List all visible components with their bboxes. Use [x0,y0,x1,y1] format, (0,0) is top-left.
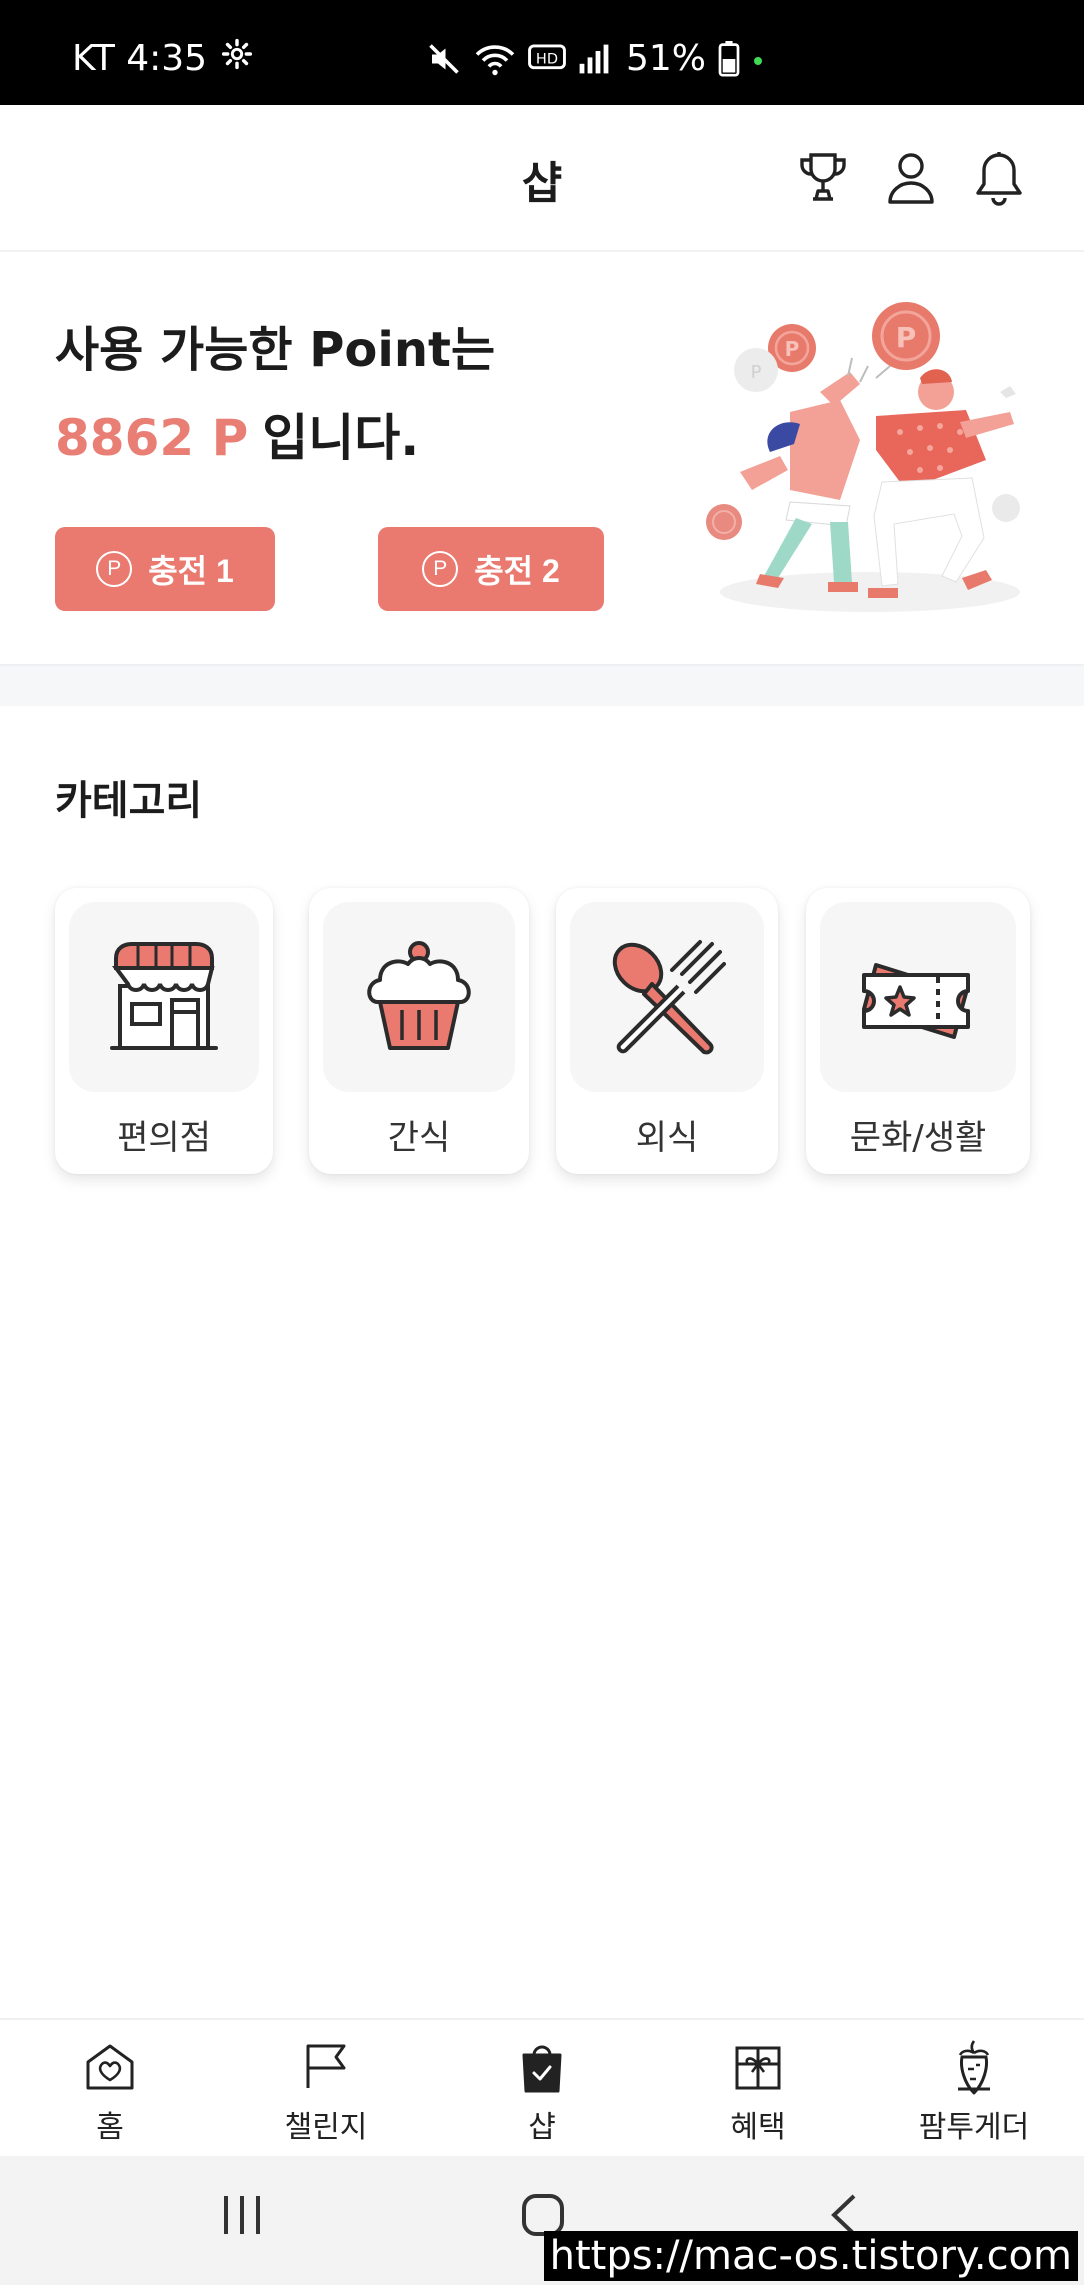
status-right: HD 51% [426,38,764,79]
category-label: 간식 [387,1118,451,1158]
charge-1-button[interactable]: P 충전 1 [55,527,275,611]
home-heart-icon [84,2040,136,2094]
status-bar: KT 4:35 HD 51% [0,0,1084,105]
bell-icon[interactable] [972,149,1026,207]
categories-title: 카테고리 [55,778,203,824]
signal-icon [578,43,610,75]
system-navigation-bar: https://mac-os.tistory.com [0,2156,1084,2285]
points-value: 8862 P [55,409,249,467]
battery-percent: 51% [625,38,706,79]
settings-gear-icon [221,38,253,79]
category-icon-box [570,902,764,1092]
fork-spoon-icon [612,940,726,1055]
header-actions [796,149,1026,207]
profile-icon[interactable] [884,149,938,207]
svg-text:P: P [896,321,917,354]
nav-shop[interactable]: 샵 [442,2020,642,2158]
charge-2-button[interactable]: P 충전 2 [378,527,604,611]
charge-1-label: 충전 1 [148,553,234,589]
watermark-url: https://mac-os.tistory.com [543,2231,1078,2281]
nav-label: 샵 [528,2110,556,2145]
category-dining-out[interactable]: 외식 [556,888,778,1174]
category-label: 외식 [635,1118,699,1158]
points-panel: 사용 가능한 Point는 8862 P 입니다. P 충전 1 P 충전 2 … [0,252,1084,664]
nav-farm-together[interactable]: 팜투게더 [874,2020,1074,2158]
nav-home[interactable]: 홈 [10,2020,210,2158]
indicator-dot-icon [752,53,764,65]
app-header: 샵 [0,105,1084,252]
ticket-icon [862,963,970,1039]
point-icon: P [422,551,459,587]
nav-label: 홈 [96,2110,124,2145]
svg-text:HD: HD [536,51,558,67]
app-frame: KT 4:35 HD 51% 샵 사용 가능한 Point는 8862 P 입니… [0,0,1084,2285]
status-left: KT 4:35 [72,38,253,79]
mute-icon [426,41,462,77]
carrier-time: KT 4:35 [72,38,208,79]
category-convenience-store[interactable]: 편의점 [55,888,273,1174]
recent-apps-icon[interactable] [220,2192,264,2242]
points-balance-line: 8862 P 입니다. [55,398,419,470]
nav-challenge[interactable]: 챌린지 [226,2020,426,2158]
category-culture-life[interactable]: 문화/생활 [806,888,1030,1174]
category-icon-box [69,902,259,1092]
store-icon [110,942,218,1050]
category-label: 문화/생활 [849,1118,987,1158]
category-icon-box [820,902,1016,1092]
points-suffix: 입니다. [262,409,420,467]
nav-label: 혜택 [730,2110,786,2145]
shopping-bag-icon [520,2040,564,2094]
charge-2-label: 충전 2 [474,553,560,589]
carrot-icon [954,2040,994,2095]
wifi-icon [474,41,516,77]
hd-voice-icon: HD [528,43,566,75]
point-icon: P [96,551,133,587]
trophy-icon[interactable] [796,149,850,207]
flag-icon [302,2040,350,2094]
celebration-illustration: P P P [700,292,1040,622]
section-divider [0,664,1084,706]
bottom-navigation: 홈 챌린지 샵 혜택 팜투게더 [0,2018,1084,2156]
nav-label: 챌린지 [284,2110,368,2145]
nav-benefits[interactable]: 혜택 [658,2020,858,2158]
gift-icon [733,2040,783,2094]
category-snack[interactable]: 간식 [309,888,529,1174]
svg-text:P: P [751,362,762,383]
battery-icon [718,40,740,77]
category-label: 편의점 [117,1118,211,1158]
svg-text:P: P [785,337,800,361]
nav-label: 팜투게더 [918,2110,1030,2145]
points-heading: 사용 가능한 Point는 [55,322,496,378]
cupcake-icon [367,941,471,1050]
category-icon-box [323,902,515,1092]
